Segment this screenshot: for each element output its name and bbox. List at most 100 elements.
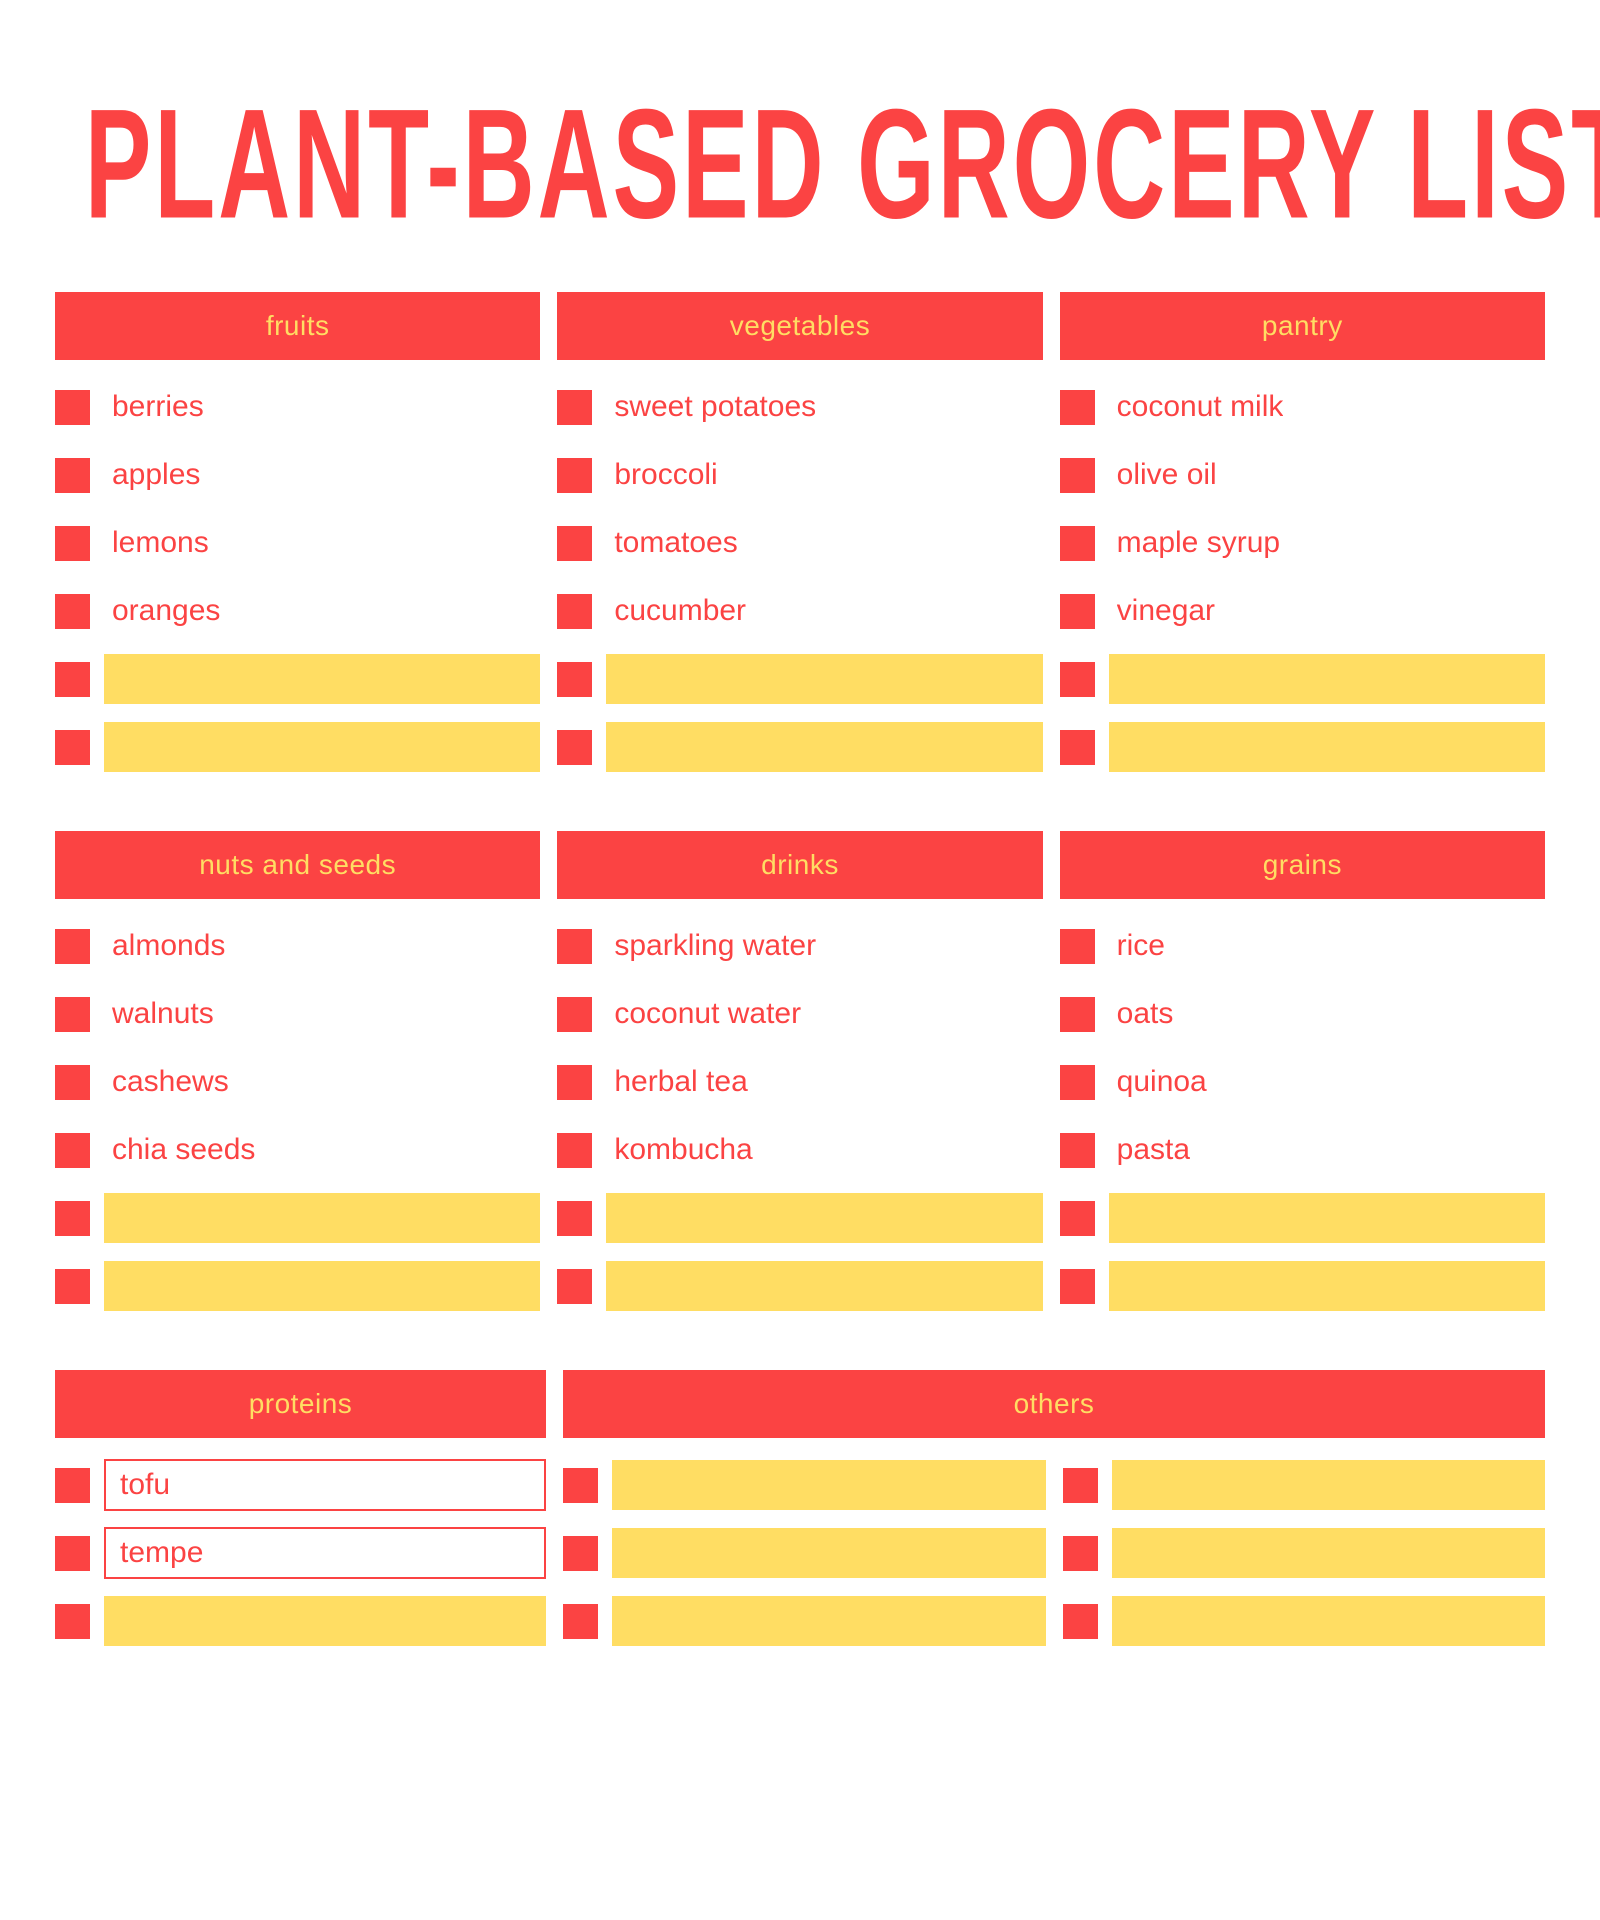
checkbox-nuts-and-seeds-1[interactable] xyxy=(55,996,90,1032)
category-column-others: others xyxy=(563,1370,1545,1655)
write-in-field[interactable] xyxy=(1108,654,1545,704)
list-item-label: almonds xyxy=(112,931,226,961)
checkbox-others-right-2[interactable] xyxy=(1062,1603,1098,1639)
write-in-field[interactable] xyxy=(1108,722,1545,772)
list-item: vinegar xyxy=(1059,577,1545,645)
checkbox-fruits-4[interactable] xyxy=(55,661,90,697)
text-input-value: tempe xyxy=(120,1536,204,1569)
list-item-label: quinoa xyxy=(1116,1067,1207,1097)
checkbox-pantry-4[interactable] xyxy=(1059,661,1095,697)
list-item: apples xyxy=(55,441,540,509)
checkbox-nuts-and-seeds-5[interactable] xyxy=(55,1268,90,1304)
checkbox-fruits-3[interactable] xyxy=(55,593,90,629)
subcolumn-others-left xyxy=(563,1451,1046,1655)
category-header-vegetables: vegetables xyxy=(557,292,1043,360)
list-item-label: cucumber xyxy=(614,596,747,626)
list-item: berries xyxy=(55,373,540,441)
checkbox-others-right-0[interactable] xyxy=(1062,1467,1098,1503)
category-column-grains: grains rice oats quinoa pasta xyxy=(1059,831,1545,1320)
write-in-row xyxy=(563,1451,1046,1519)
checkbox-fruits-5[interactable] xyxy=(55,729,90,765)
list-item-label: pasta xyxy=(1116,1135,1191,1165)
checkbox-grains-2[interactable] xyxy=(1059,1064,1095,1100)
list-item-label: olive oil xyxy=(1116,460,1217,490)
checkbox-vegetables-2[interactable] xyxy=(557,525,593,561)
write-in-field[interactable] xyxy=(612,1596,1046,1646)
checkbox-proteins-1[interactable] xyxy=(55,1535,90,1571)
checkbox-pantry-2[interactable] xyxy=(1059,525,1095,561)
category-rows-pantry: coconut milk olive oil maple syrup vinegar xyxy=(1059,373,1545,781)
list-item-label: herbal tea xyxy=(614,1067,748,1097)
write-in-field[interactable] xyxy=(104,1193,541,1243)
checkbox-proteins-2[interactable] xyxy=(55,1603,90,1639)
checkbox-pantry-0[interactable] xyxy=(1059,389,1095,425)
checkbox-vegetables-5[interactable] xyxy=(557,729,593,765)
checkbox-others-left-2[interactable] xyxy=(563,1603,598,1639)
list-item: cashews xyxy=(55,1048,540,1116)
checkbox-nuts-and-seeds-3[interactable] xyxy=(55,1132,90,1168)
checkbox-grains-5[interactable] xyxy=(1059,1268,1095,1304)
category-header-label: drinks xyxy=(761,849,839,880)
list-item-label: berries xyxy=(112,392,204,422)
write-in-field[interactable] xyxy=(606,1193,1043,1243)
checkbox-drinks-5[interactable] xyxy=(557,1268,593,1304)
write-in-field[interactable] xyxy=(104,1261,541,1311)
write-in-field[interactable] xyxy=(612,1528,1046,1578)
checkbox-pantry-3[interactable] xyxy=(1059,593,1095,629)
checkbox-grains-0[interactable] xyxy=(1059,928,1095,964)
checkbox-vegetables-4[interactable] xyxy=(557,661,593,697)
write-in-field[interactable] xyxy=(1108,1193,1545,1243)
list-item: oranges xyxy=(55,577,540,645)
checkbox-pantry-5[interactable] xyxy=(1059,729,1095,765)
write-in-field[interactable] xyxy=(612,1460,1046,1510)
list-item-label: chia seeds xyxy=(112,1135,256,1165)
write-in-field[interactable] xyxy=(606,722,1043,772)
checkbox-vegetables-0[interactable] xyxy=(557,389,593,425)
write-in-field[interactable] xyxy=(104,654,541,704)
checkbox-fruits-1[interactable] xyxy=(55,457,90,493)
checkbox-drinks-1[interactable] xyxy=(557,996,593,1032)
write-in-field[interactable] xyxy=(606,1261,1043,1311)
write-in-field[interactable] xyxy=(1111,1528,1545,1578)
write-in-row xyxy=(1062,1451,1545,1519)
checkbox-grains-4[interactable] xyxy=(1059,1200,1095,1236)
category-grid: fruits berries apples lemons oranges vegetabl… xyxy=(55,292,1545,1655)
category-block-block-1: fruits berries apples lemons oranges vegetabl… xyxy=(55,292,1545,781)
write-in-field[interactable] xyxy=(104,722,541,772)
list-item: coconut milk xyxy=(1059,373,1545,441)
checkbox-nuts-and-seeds-4[interactable] xyxy=(55,1200,90,1236)
write-in-field[interactable] xyxy=(1111,1596,1545,1646)
checkbox-nuts-and-seeds-0[interactable] xyxy=(55,928,90,964)
checkbox-drinks-3[interactable] xyxy=(557,1132,593,1168)
filled-input-row: tofu xyxy=(55,1451,546,1519)
list-item: walnuts xyxy=(55,980,540,1048)
checkbox-others-left-1[interactable] xyxy=(563,1535,598,1571)
list-item: chia seeds xyxy=(55,1116,540,1184)
checkbox-others-right-1[interactable] xyxy=(1062,1535,1098,1571)
checkbox-grains-3[interactable] xyxy=(1059,1132,1095,1168)
checkbox-drinks-4[interactable] xyxy=(557,1200,593,1236)
text-input[interactable]: tofu xyxy=(104,1459,546,1511)
checkbox-grains-1[interactable] xyxy=(1059,996,1095,1032)
list-item-label: lemons xyxy=(112,528,209,558)
write-in-field[interactable] xyxy=(104,1596,546,1646)
checkbox-fruits-0[interactable] xyxy=(55,389,90,425)
checkbox-proteins-0[interactable] xyxy=(55,1467,90,1503)
checkbox-fruits-2[interactable] xyxy=(55,525,90,561)
checkbox-drinks-0[interactable] xyxy=(557,928,593,964)
checkbox-vegetables-3[interactable] xyxy=(557,593,593,629)
write-in-field[interactable] xyxy=(606,654,1043,704)
checkbox-vegetables-1[interactable] xyxy=(557,457,593,493)
grocery-list-page: PLANT-BASED GROCERY LIST fruits berries ap… xyxy=(0,0,1600,1920)
checkbox-nuts-and-seeds-2[interactable] xyxy=(55,1064,90,1100)
category-header-nuts-and-seeds: nuts and seeds xyxy=(55,831,541,899)
checkbox-pantry-1[interactable] xyxy=(1059,457,1095,493)
category-header-label: fruits xyxy=(265,310,330,341)
category-rows-fruits: berries apples lemons oranges xyxy=(55,373,541,781)
category-column-fruits: fruits berries apples lemons oranges xyxy=(55,292,541,781)
write-in-field[interactable] xyxy=(1108,1261,1545,1311)
checkbox-drinks-2[interactable] xyxy=(557,1064,593,1100)
checkbox-others-left-0[interactable] xyxy=(563,1467,598,1503)
text-input[interactable]: tempe xyxy=(104,1527,546,1579)
write-in-field[interactable] xyxy=(1111,1460,1545,1510)
